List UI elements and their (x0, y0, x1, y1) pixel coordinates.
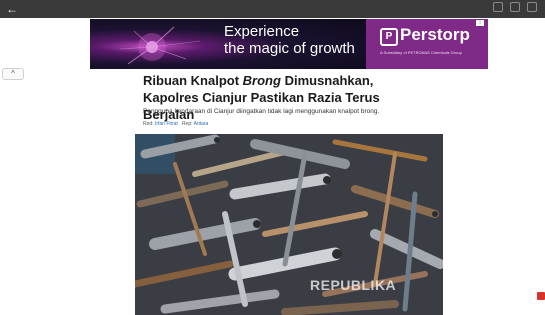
article-photo: REPUBLIKA (135, 134, 443, 315)
toolbar-icons (493, 2, 537, 12)
ad-brand-name: Perstorp (400, 25, 470, 44)
advertisement-banner[interactable]: Experience the magic of growth P Perstor… (90, 19, 488, 69)
reporter-name-link[interactable]: Antara (194, 121, 209, 127)
editor-name-link[interactable]: Irfan Fitrat (155, 121, 178, 127)
title-text-start: Ribuan Knalpot (143, 73, 243, 88)
editor-label: Red: (143, 121, 154, 127)
extension-icon[interactable] (510, 2, 520, 12)
back-arrow-icon[interactable]: ← (6, 1, 18, 17)
article-byline: Red: Irfan Fitrat Rep: Antara (143, 121, 208, 128)
collapse-button[interactable]: ^ (2, 68, 24, 80)
tab-icon[interactable] (493, 2, 503, 12)
title-italic-word: Brong (242, 73, 281, 88)
article-subtitle: Pengguna kendaraan di Cianjur diingatkan… (143, 108, 380, 115)
side-badge-icon[interactable] (537, 292, 545, 300)
exhaust-pile-image (135, 134, 443, 315)
menu-icon[interactable] (527, 2, 537, 12)
ad-tagline: A Subsidiary of PETRONAS Chemicals Group (380, 50, 462, 55)
ad-headline-line1: Experience (224, 23, 300, 40)
browser-toolbar: ← (0, 0, 545, 18)
photo-watermark: REPUBLIKA (310, 277, 397, 293)
perstorp-logo-icon: P (380, 28, 398, 46)
reporter-label: Rep: (181, 121, 193, 127)
ad-info-icon[interactable]: i (476, 20, 484, 26)
ad-headline-line2: the magic of growth (224, 40, 355, 57)
ad-visual: Experience the magic of growth (90, 19, 366, 69)
